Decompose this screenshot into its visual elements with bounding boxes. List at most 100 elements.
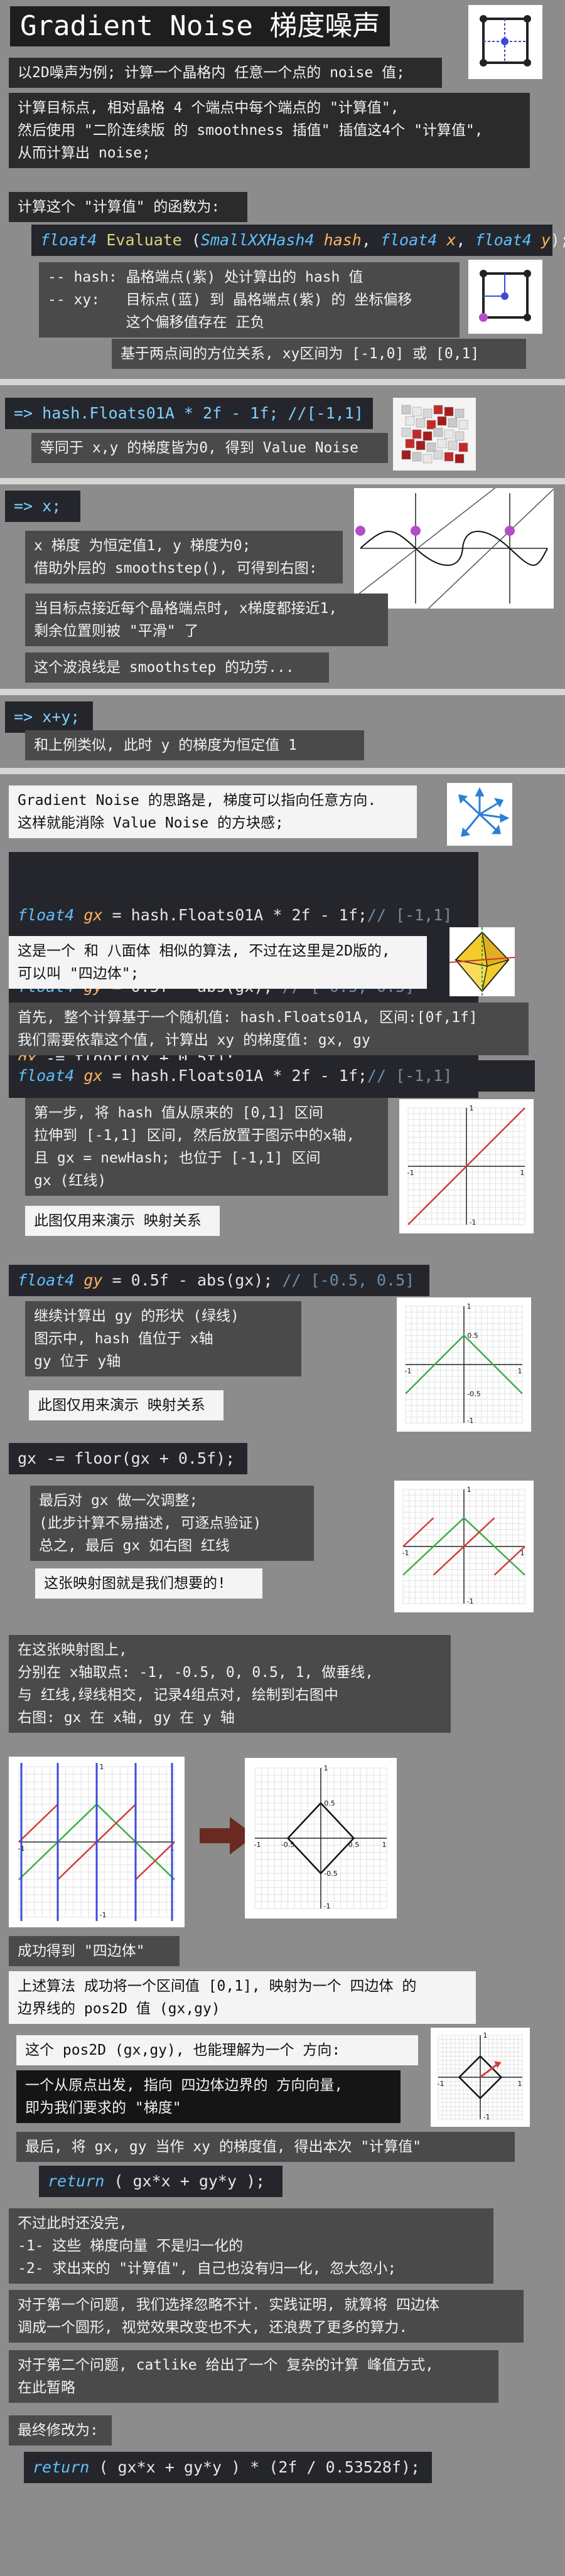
tick-label: -0.5 — [324, 1870, 337, 1878]
cube-block — [444, 429, 454, 439]
tick-label: -1 — [467, 1417, 474, 1425]
cube-block — [433, 450, 443, 460]
cube-block — [448, 440, 458, 450]
mapping-verticals-chart: 1-1-11 — [9, 1757, 185, 1927]
cube-block — [416, 418, 426, 428]
cube-block — [405, 439, 415, 449]
tick-label: -1 — [467, 1597, 474, 1605]
tick-label: -1 — [483, 2113, 490, 2121]
tick-label: -1 — [407, 1169, 414, 1177]
tick-label: 1 — [324, 1764, 328, 1772]
sec2-wave-note: 这个波浪线是 smoothstep 的功劳... — [25, 652, 329, 683]
cube-block — [412, 452, 422, 462]
sec2-lines: x 梯度 为恒定值1, y 梯度为0; 借助外层的 smoothstep(), … — [25, 531, 343, 583]
lattice-offset-icon — [468, 260, 542, 334]
tick-label: 1 — [520, 1169, 525, 1177]
divider — [0, 379, 565, 385]
summary: 上述算法 成功将一个区间值 [0,1], 映射为一个 四边体 的 边界线的 po… — [9, 1971, 476, 2024]
tick-label: 1 — [518, 2080, 522, 2088]
step3-want: 这张映射图就是我们想要的! — [35, 1568, 262, 1599]
tick-label: -1 — [324, 1902, 331, 1910]
cube-block — [433, 427, 443, 437]
sec2-more: 当目标点接近每个晶格端点时, x梯度都接近1, 剩余位置则被 "平滑" 了 — [25, 593, 388, 646]
step1-text: 第一步, 将 hash 值从原来的 [0,1] 区间 拉伸到 [-1,1] 区间… — [25, 1098, 388, 1196]
func-range: 基于两点间的方位关系, xy区间为 [-1,0] 或 [0,1] — [112, 339, 526, 369]
issue2: 对于第二个问题, catlike 给出了一个 复杂的计算 峰值方式, 在此暂略 — [9, 2350, 498, 2403]
tick-label: 0.5 — [467, 1332, 478, 1340]
tick-label: 1 — [382, 1841, 387, 1849]
cube-block — [433, 405, 443, 415]
cube-block — [422, 431, 433, 441]
cube-block — [437, 439, 447, 449]
cube-block — [416, 440, 426, 450]
map-text: 在这张映射图上, 分别在 x轴取点: -1, -0.5, 0, 0.5, 1, … — [9, 1635, 451, 1733]
cube-block — [422, 454, 433, 464]
cube-block — [455, 454, 465, 464]
cube-block — [458, 420, 468, 430]
return2-code: return ( gx*x + gy*y ) * (2f / 0.53528f)… — [24, 2452, 432, 2483]
octahedron-icon — [449, 927, 515, 996]
page-title: Gradient Noise 梯度噪声 — [10, 6, 390, 46]
lattice-icon — [468, 5, 542, 79]
step1-demo: 此图仅用来演示 映射关系 — [25, 1206, 220, 1236]
divider — [0, 768, 565, 774]
cube-block — [437, 416, 447, 426]
tick-label: 1 — [467, 1302, 471, 1311]
tick-label: 1 — [518, 1367, 522, 1375]
cube-block — [448, 418, 458, 428]
step3-chart: 1-1-1 1 — [394, 1481, 534, 1612]
cube-block — [401, 405, 411, 415]
sec3-code: => x+y; — [5, 701, 93, 733]
octa-note: 这是一个 和 八面体 相似的算法, 不过在这里是2D版的, 可以叫 "四边体"; — [9, 936, 427, 989]
issue1: 对于第一个问题, 我们选择忽略不计. 实践证明, 就算将 四边体 调成一个圆形,… — [9, 2290, 524, 2343]
issues: 不过此时还没完, -1- 这些 梯度向量 不是归一化的 -2- 求出来的 "计算… — [9, 2208, 493, 2284]
sec3-note: 和上例类似, 此时 y 的梯度为恒定值 1 — [25, 730, 364, 760]
direction-chart: 1 -1 -1 1 — [431, 2028, 530, 2127]
tick-label: 1 — [467, 1486, 471, 1494]
tick-label: 1 — [470, 1104, 474, 1112]
cube-block — [444, 407, 454, 417]
step2-text: 继续计算出 gy 的形状 (绿线) 图示中, hash 值位于 x轴 gy 位于… — [25, 1301, 301, 1376]
tick-label: -0.5 — [281, 1841, 294, 1849]
sec1-code: => hash.Floats01A * 2f - 1f; //[-1,1] — [5, 398, 373, 429]
cube-block — [444, 452, 454, 462]
tick-label: -1 — [100, 1911, 107, 1919]
dir-dark: 一个从原点出发, 指向 四边体边界的 方向向量, 即为我们要求的 "梯度" — [16, 2070, 401, 2123]
got-quad: 成功得到 "四边体" — [9, 1936, 180, 1966]
dir-note: 这个 pos2D (gx,gy), 也能理解为一个 方向: — [16, 2035, 418, 2065]
divider — [0, 689, 565, 695]
func-signature: float4 Evaluate (SmallXXHash4 hash, floa… — [31, 225, 565, 256]
tick-label: -1 — [438, 2080, 444, 2088]
tick-label: -1 — [405, 1367, 412, 1375]
quad-chart: 1-1-1 10.5-0.5-0.5 0.5 — [245, 1758, 397, 1919]
step2-chart: 1 -1 -1 1 0.5 -0.5 — [397, 1297, 531, 1432]
divider — [0, 478, 565, 484]
tick-label: 0.5 — [324, 1799, 335, 1807]
cube-block — [455, 431, 465, 441]
cube-block — [458, 442, 468, 452]
cube-block — [401, 450, 411, 460]
step3-text: 最后对 gx 做一次调整; (此步计算不易描述, 可逐点验证) 总之, 最后 g… — [30, 1486, 314, 1561]
final-note: 最后, 将 gx, gy 当作 xy 的梯度值, 得出本次 "计算值" — [16, 2132, 515, 2162]
random-gradients-icon — [447, 783, 512, 846]
step1-chart: 1 -1 -1 1 — [399, 1099, 534, 1233]
sec2-code: => x; — [5, 491, 80, 522]
cube-block — [422, 408, 433, 418]
tick-label: 1 — [100, 1763, 104, 1771]
tick-label: -0.5 — [467, 1390, 480, 1398]
step3-code: gx -= floor(gx + 0.5f); — [9, 1443, 247, 1474]
sec1-note: 等同于 x,y 的梯度皆为0, 得到 Value Noise — [31, 433, 388, 463]
cube-block — [412, 407, 422, 417]
tick-label: -1 — [470, 1218, 476, 1227]
smoothstep-wave-chart — [354, 488, 554, 609]
func-notes: -- hash: 晶格端点(紫) 处计算出的 hash 值 -- xy: 目标点… — [39, 262, 460, 338]
step1-code: float4 gx = hash.Floats01A * 2f - 1f;// … — [9, 1060, 535, 1092]
cube-block — [405, 416, 415, 426]
intro-text: 以2D噪声为例; 计算一个晶格内 任意一个点的 noise 值; — [9, 58, 442, 88]
step2-demo: 此图仅用来演示 映射关系 — [29, 1390, 223, 1420]
cube-block — [401, 427, 411, 437]
cube-block — [455, 408, 465, 418]
step2-code: float4 gy = 0.5f - abs(gx); // [-0.5, 0.… — [9, 1265, 429, 1296]
calc-target-block: 计算目标点, 相对晶格 4 个端点中每个端点的 "计算值", 然后使用 "二阶连… — [9, 93, 530, 168]
first-note: 首先, 整个计算基于一个随机值: hash.Floats01A, 区间:[0f,… — [9, 1003, 529, 1055]
